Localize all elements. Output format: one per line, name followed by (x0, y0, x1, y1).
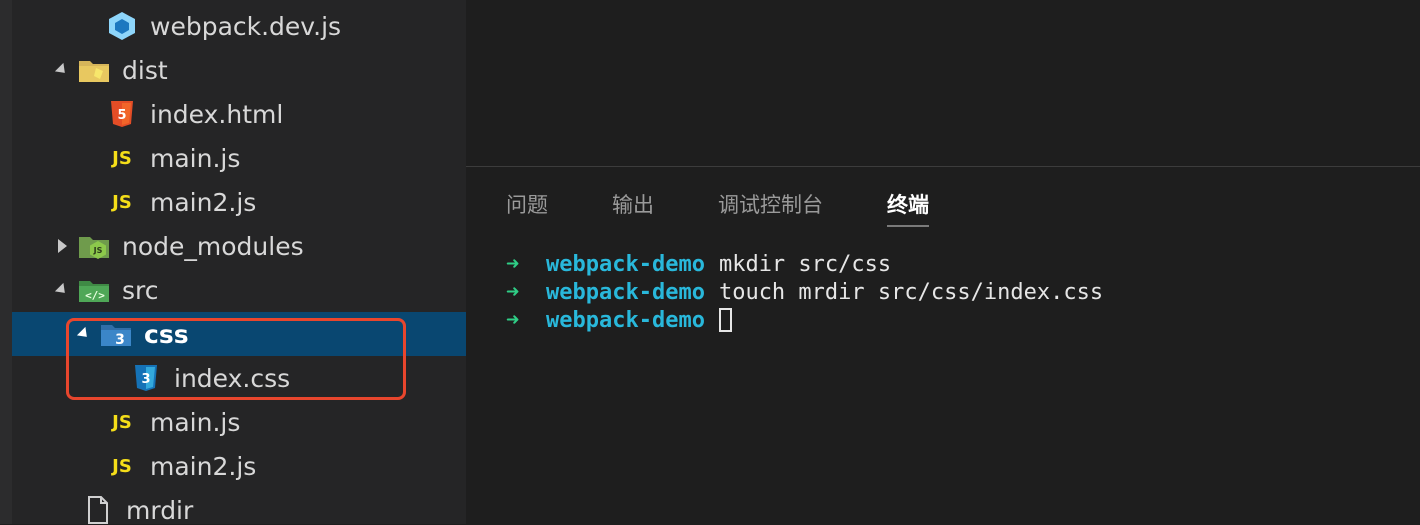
tree-item-index-html[interactable]: 5 index.html (12, 92, 466, 136)
terminal-command: touch mrdir src/css/index.css (718, 280, 1104, 305)
html5-icon: 5 (106, 98, 138, 130)
tree-item-main2-js[interactable]: JS main2.js (12, 180, 466, 224)
src-folder-icon: </> (78, 274, 110, 306)
tree-item-label: node_modules (122, 231, 304, 261)
prompt-arrow-icon: ➜ (506, 280, 520, 305)
prompt-cwd: webpack-demo (546, 280, 705, 305)
terminal-command: mkdir src/css (718, 252, 892, 277)
tab-debug-console[interactable]: 调试控制台 (718, 189, 823, 227)
prompt-cwd: webpack-demo (546, 308, 705, 333)
tree-item-src-main-js[interactable]: JS main.js (12, 400, 466, 444)
tree-item-src[interactable]: </> src (12, 268, 466, 312)
sidebar-edge (0, 0, 12, 524)
tree-item-main-js[interactable]: JS main.js (12, 136, 466, 180)
terminal-line: ➜ webpack-demo mkdir src/css (506, 251, 1103, 279)
chevron-right-icon[interactable] (52, 224, 72, 268)
bottom-panel: 问题 输出 调试控制台 终端 ➜ webpack-demo mkdir src/… (466, 166, 1420, 525)
dist-folder-icon (78, 54, 110, 86)
svg-text:5: 5 (117, 108, 126, 123)
tree-item-label: main2.js (150, 451, 257, 481)
prompt-cwd: webpack-demo (546, 252, 705, 277)
tree-item-label: index.html (150, 99, 284, 129)
terminal-line: ➜ webpack-demo (506, 307, 1103, 335)
tree-item-dist[interactable]: dist (12, 48, 466, 92)
terminal-output[interactable]: ➜ webpack-demo mkdir src/css ➜ webpack-d… (506, 251, 1103, 335)
tab-problems[interactable]: 问题 (506, 189, 548, 227)
prompt-arrow-icon: ➜ (506, 252, 520, 277)
terminal-cursor[interactable] (718, 308, 732, 332)
file-icon (82, 494, 114, 524)
tab-output[interactable]: 输出 (612, 189, 654, 227)
highlight-annotation-box (66, 318, 406, 400)
js-icon: JS (112, 147, 132, 169)
chevron-down-icon[interactable] (52, 268, 72, 312)
tree-item-node-modules[interactable]: JS node_modules (12, 224, 466, 268)
terminal-line: ➜ webpack-demo touch mrdir src/css/index… (506, 279, 1103, 307)
svg-text:JS: JS (93, 246, 103, 255)
chevron-down-icon[interactable] (52, 48, 72, 92)
tree-item-label: src (122, 275, 159, 305)
tree-item-mrdir[interactable]: mrdir (12, 488, 466, 524)
tab-terminal[interactable]: 终端 (887, 189, 929, 227)
tree-item-src-main2-js[interactable]: JS main2.js (12, 444, 466, 488)
tree-item-label: main2.js (150, 187, 257, 217)
tree-item-label: main.js (150, 407, 241, 437)
tree-item-label: mrdir (126, 495, 194, 525)
svg-text:</>: </> (85, 289, 105, 302)
tree-item-webpack-dev-js[interactable]: webpack.dev.js (12, 4, 466, 48)
tree-item-label: webpack.dev.js (150, 11, 342, 41)
js-icon: JS (112, 455, 132, 477)
node-folder-icon: JS (78, 230, 110, 262)
js-icon: JS (112, 411, 132, 433)
explorer-sidebar: webpack.dev.js dist 5 index.html JS main… (0, 0, 466, 524)
panel-tabs: 问题 输出 调试控制台 终端 (506, 189, 993, 227)
webpack-icon (106, 10, 138, 42)
tree-item-label: main.js (150, 143, 241, 173)
tree-item-label: dist (122, 55, 168, 85)
js-icon: JS (112, 191, 132, 213)
prompt-arrow-icon: ➜ (506, 308, 520, 333)
